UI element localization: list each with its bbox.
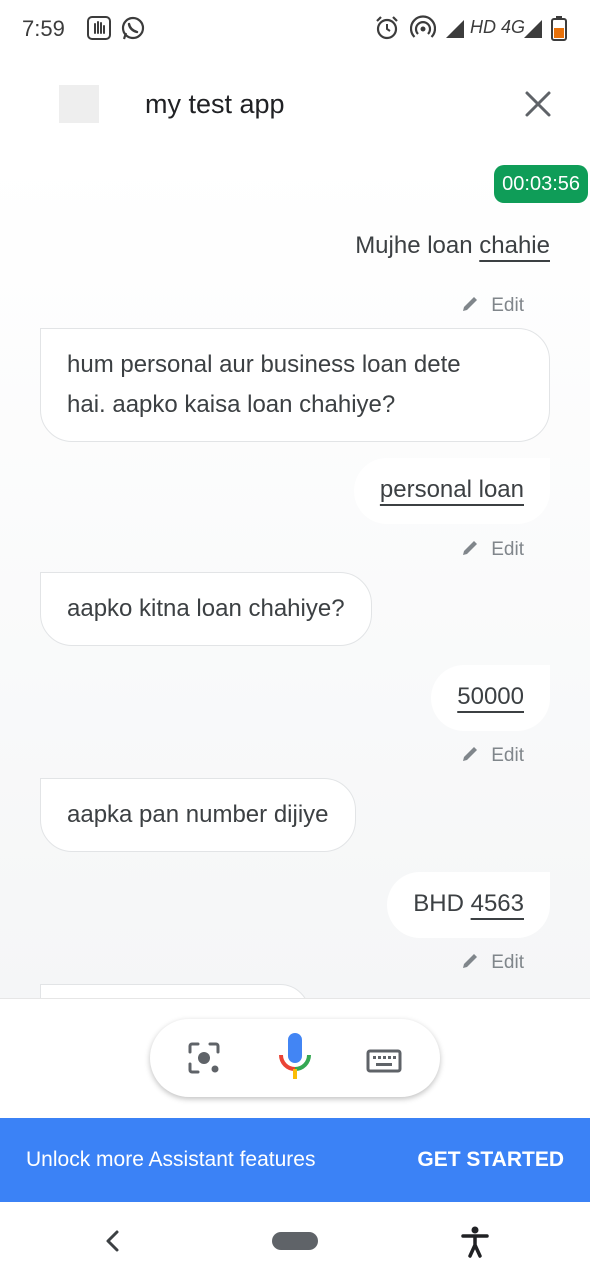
edit-button[interactable]: Edit bbox=[461, 951, 524, 975]
edit-button[interactable]: Edit bbox=[461, 744, 524, 768]
user-message[interactable]: Mujhe loan chahie bbox=[355, 232, 550, 260]
app-header: my test app bbox=[0, 56, 590, 156]
pencil-icon bbox=[463, 297, 478, 311]
pencil-icon bbox=[463, 954, 478, 968]
edit-button[interactable]: Edit bbox=[461, 538, 524, 562]
input-pill bbox=[150, 1019, 440, 1097]
pencil-icon bbox=[463, 541, 478, 555]
conversation[interactable]: 00:03:56 Mujhe loan chahie Edit hum pers… bbox=[0, 156, 590, 998]
keyboard-icon[interactable] bbox=[366, 1039, 402, 1083]
edit-button[interactable]: Edit bbox=[461, 294, 524, 318]
assistant-message: aapko kitna loan chahiye? bbox=[40, 572, 372, 646]
close-icon[interactable] bbox=[522, 88, 554, 120]
battery-icon bbox=[551, 16, 567, 41]
promo-text: Unlock more Assistant features bbox=[26, 1148, 316, 1171]
assistant-message: aapka pan number dijiye bbox=[40, 778, 356, 852]
hotspot-icon bbox=[410, 15, 436, 38]
status-time: 7:59 bbox=[22, 16, 65, 41]
signal-icon bbox=[524, 20, 542, 38]
network-type: HD 4G bbox=[470, 17, 526, 37]
app-title: my test app bbox=[145, 89, 285, 119]
user-message[interactable]: BHD 4563 bbox=[387, 872, 550, 938]
home-pill[interactable] bbox=[272, 1232, 318, 1250]
signal-icon bbox=[446, 20, 464, 38]
lens-icon[interactable] bbox=[182, 1036, 226, 1080]
promo-banner: Unlock more Assistant features GET START… bbox=[0, 1118, 590, 1202]
app-logo bbox=[59, 85, 99, 123]
back-icon[interactable] bbox=[100, 1228, 126, 1254]
pencil-icon bbox=[463, 747, 478, 761]
nav-bar bbox=[0, 1202, 590, 1280]
assistant-message: hum personal aur business loan dete hai.… bbox=[40, 328, 550, 442]
get-started-button[interactable]: GET STARTED bbox=[417, 1148, 564, 1172]
hand-badge-icon bbox=[87, 16, 111, 40]
assistant-message-partial bbox=[40, 984, 310, 998]
accessibility-icon[interactable] bbox=[460, 1226, 490, 1258]
user-message[interactable]: 50000 bbox=[431, 665, 550, 731]
whatsapp-icon bbox=[121, 16, 145, 40]
alarm-icon bbox=[376, 16, 398, 40]
user-message[interactable]: personal loan bbox=[353, 458, 550, 524]
timer-badge: 00:03:56 bbox=[494, 165, 588, 203]
microphone-icon[interactable] bbox=[273, 1031, 317, 1087]
status-bar: 7:59 HD 4G bbox=[0, 0, 590, 56]
input-area bbox=[0, 998, 590, 1118]
